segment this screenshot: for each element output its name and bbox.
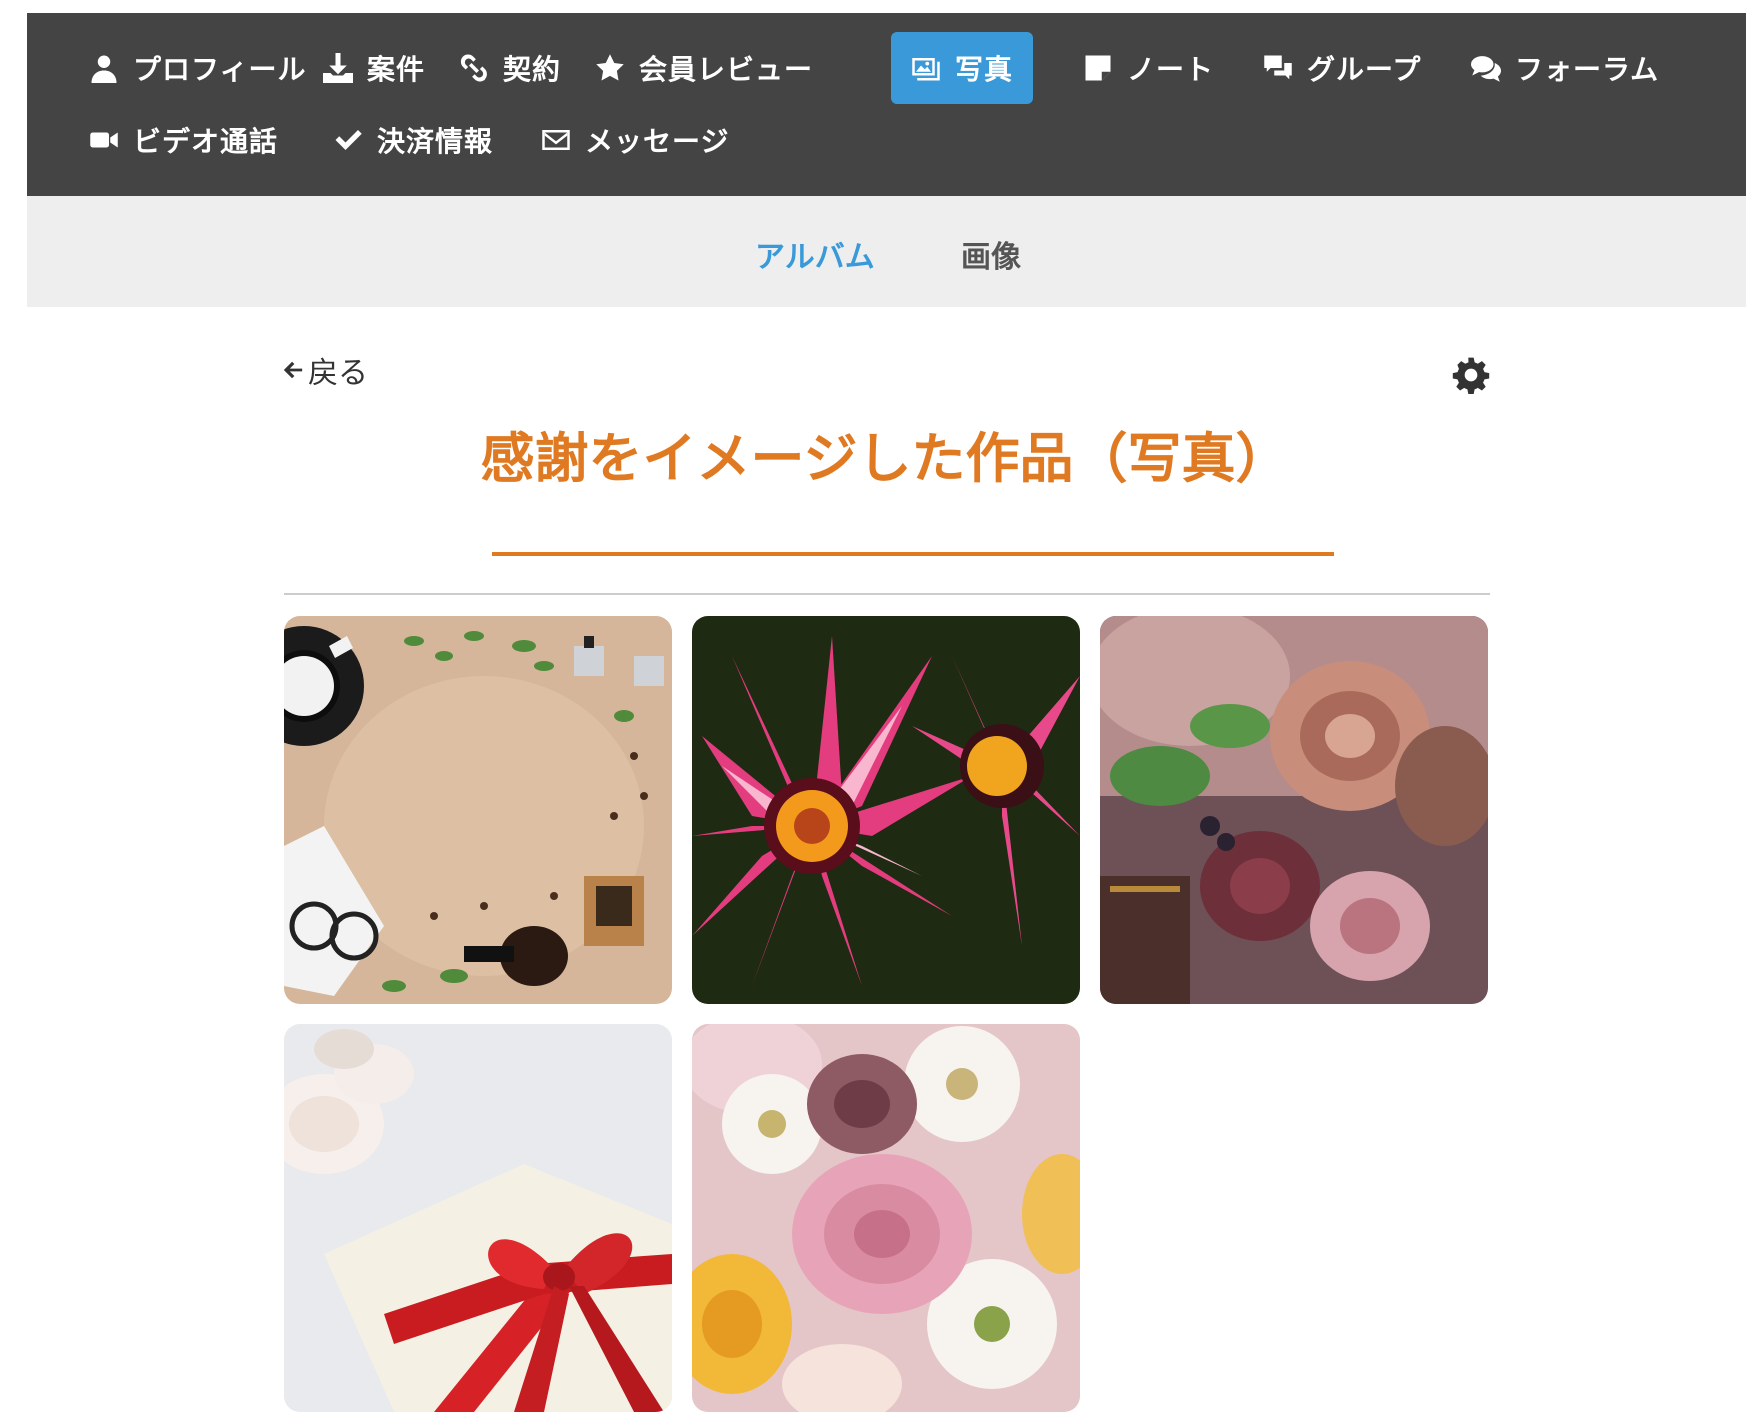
nav-item-forum[interactable]: フォーラム xyxy=(1451,32,1679,104)
nav-item-payment[interactable]: 決済情報 xyxy=(313,104,513,176)
photo-thumbnail[interactable] xyxy=(1100,616,1488,1004)
settings-button[interactable] xyxy=(1452,356,1490,394)
photo-thumbnail[interactable] xyxy=(284,1024,672,1412)
comments-icon xyxy=(1264,55,1292,80)
photo-thumbnail[interactable] xyxy=(284,616,672,1004)
back-label: 戻る xyxy=(308,356,368,391)
photo-coffee-flatlay xyxy=(284,616,672,1004)
nav-item-contracts[interactable]: 契約 xyxy=(439,32,581,104)
nav-item-label: グループ xyxy=(1307,53,1422,86)
note-icon xyxy=(1085,55,1111,81)
nav-item-label: ノート xyxy=(1127,53,1215,86)
gear-icon xyxy=(1452,357,1490,394)
nav-item-reviews[interactable]: 会員レビュー xyxy=(575,32,833,104)
photo-dusty-rose-bouquet xyxy=(1100,616,1488,1004)
nav-item-label: 決済情報 xyxy=(377,125,494,158)
user-icon xyxy=(91,55,117,83)
album-title: 感謝をイメージした作品（写真） xyxy=(480,427,1290,490)
nav-item-label: 写真 xyxy=(955,53,1014,86)
nav-item-messages[interactable]: メッセージ xyxy=(521,104,749,176)
star-icon xyxy=(596,54,624,81)
nav-item-label: 案件 xyxy=(367,53,426,86)
download-icon xyxy=(323,53,353,83)
video-camera-icon xyxy=(90,132,118,148)
envelope-icon xyxy=(542,130,570,150)
nav-item-label: 契約 xyxy=(503,53,562,86)
photo-gift-box-ribbon xyxy=(284,1024,672,1412)
nav-item-label: フォーラム xyxy=(1515,53,1660,86)
top-nav: プロフィール 案件 契約 会員レビュー 写真 ノート グループ フォーラム ビデ… xyxy=(27,13,1746,196)
nav-item-groups[interactable]: グループ xyxy=(1243,32,1441,104)
divider xyxy=(284,593,1490,595)
nav-item-profile[interactable]: プロフィール xyxy=(69,32,326,104)
tab-images[interactable]: 画像 xyxy=(961,232,1021,276)
image-icon xyxy=(912,58,940,81)
back-link[interactable]: 戻る xyxy=(282,348,368,392)
tab-albums[interactable]: アルバム xyxy=(755,232,875,276)
photo-thumbnail[interactable] xyxy=(692,1024,1080,1412)
nav-item-photos[interactable]: 写真 xyxy=(891,32,1033,104)
photo-thumbnail[interactable] xyxy=(692,616,1080,1004)
nav-item-label: メッセージ xyxy=(585,125,730,158)
chat-bubbles-icon xyxy=(1471,56,1501,82)
nav-item-label: 会員レビュー xyxy=(639,53,814,86)
sub-nav: アルバム 画像 xyxy=(27,196,1746,307)
nav-item-notes[interactable]: ノート xyxy=(1063,32,1234,104)
title-underline xyxy=(492,552,1334,556)
nav-item-projects[interactable]: 案件 xyxy=(303,32,445,104)
photo-gazania-flowers xyxy=(692,616,1080,1004)
link-icon xyxy=(460,54,487,82)
photo-rose-gerbera-bouquet xyxy=(692,1024,1080,1412)
nav-item-video-call[interactable]: ビデオ通話 xyxy=(69,104,298,176)
check-icon xyxy=(335,130,362,150)
nav-item-label: プロフィール xyxy=(133,53,307,86)
nav-item-label: ビデオ通話 xyxy=(133,125,279,158)
arrow-left-icon xyxy=(283,361,303,379)
